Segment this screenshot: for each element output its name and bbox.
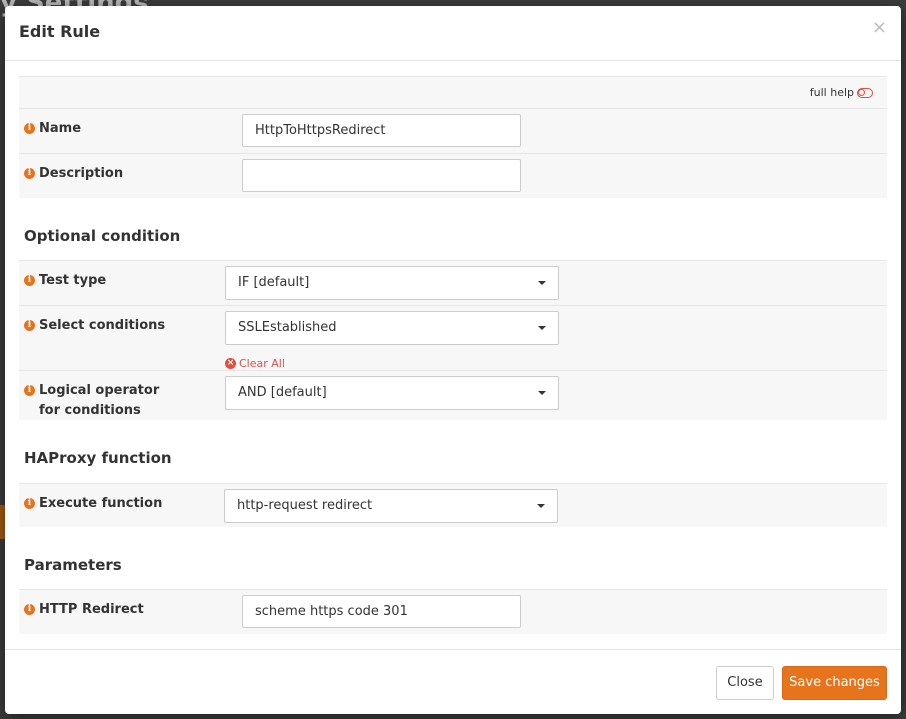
toggle-icon xyxy=(857,87,873,98)
execute-function-select[interactable]: http-request redirect xyxy=(224,489,558,523)
http-redirect-label: i HTTP Redirect xyxy=(24,600,144,620)
modal-header: Edit Rule × xyxy=(5,6,901,61)
modal-footer: Close Save changes xyxy=(5,649,901,714)
info-icon[interactable]: i xyxy=(24,320,35,331)
description-input[interactable] xyxy=(242,159,521,192)
optional-condition-section: Optional condition xyxy=(19,198,887,260)
edit-rule-modal: Edit Rule × full help i Name i Descripti… xyxy=(5,6,901,714)
logical-operator-row: i Logical operator for conditions AND [d… xyxy=(19,370,887,420)
haproxy-function-section: HAProxy function xyxy=(19,420,887,483)
help-row: full help xyxy=(19,76,887,108)
chevron-down-icon xyxy=(538,326,546,330)
conditions-select[interactable]: SSLEstablished xyxy=(225,311,559,345)
test-type-label: i Test type xyxy=(24,271,106,291)
logical-operator-select[interactable]: AND [default] xyxy=(225,376,559,410)
test-type-select[interactable]: IF [default] xyxy=(225,266,559,300)
section-heading: Parameters xyxy=(24,556,122,574)
execute-function-row: i Execute function http-request redirect xyxy=(19,483,887,527)
full-help-toggle[interactable]: full help xyxy=(810,86,873,99)
save-changes-button[interactable]: Save changes xyxy=(782,666,887,700)
description-label: i Description xyxy=(24,164,123,184)
name-input[interactable] xyxy=(242,114,521,147)
description-row: i Description xyxy=(19,153,887,198)
info-icon[interactable]: i xyxy=(24,385,35,396)
http-redirect-row: i HTTP Redirect xyxy=(19,589,887,634)
execute-function-label: i Execute function xyxy=(24,494,162,514)
section-heading: HAProxy function xyxy=(24,449,172,467)
name-label: i Name xyxy=(24,119,81,139)
info-icon[interactable]: i xyxy=(24,498,35,509)
clear-icon: × xyxy=(225,358,236,369)
info-icon[interactable]: i xyxy=(24,275,35,286)
clear-all-link[interactable]: × Clear All xyxy=(225,357,285,370)
test-type-row: i Test type IF [default] xyxy=(19,260,887,305)
parameters-section: Parameters xyxy=(19,527,887,589)
modal-body: full help i Name i Description Optional … xyxy=(19,76,887,634)
http-redirect-input[interactable] xyxy=(242,595,521,628)
logical-operator-label: i Logical operator for conditions xyxy=(24,381,184,421)
name-row: i Name xyxy=(19,108,887,153)
full-help-label: full help xyxy=(809,86,854,99)
modal-title: Edit Rule xyxy=(19,22,101,41)
info-icon[interactable]: i xyxy=(24,604,35,615)
chevron-down-icon xyxy=(538,281,546,285)
close-icon[interactable]: × xyxy=(872,19,887,37)
info-icon[interactable]: i xyxy=(24,168,35,179)
chevron-down-icon xyxy=(537,504,545,508)
select-conditions-label: i Select conditions xyxy=(24,316,165,336)
info-icon[interactable]: i xyxy=(24,123,35,134)
close-button[interactable]: Close xyxy=(716,666,774,700)
section-heading: Optional condition xyxy=(24,227,181,245)
chevron-down-icon xyxy=(538,391,546,395)
select-conditions-row: i Select conditions SSLEstablished × Cle… xyxy=(19,305,887,370)
